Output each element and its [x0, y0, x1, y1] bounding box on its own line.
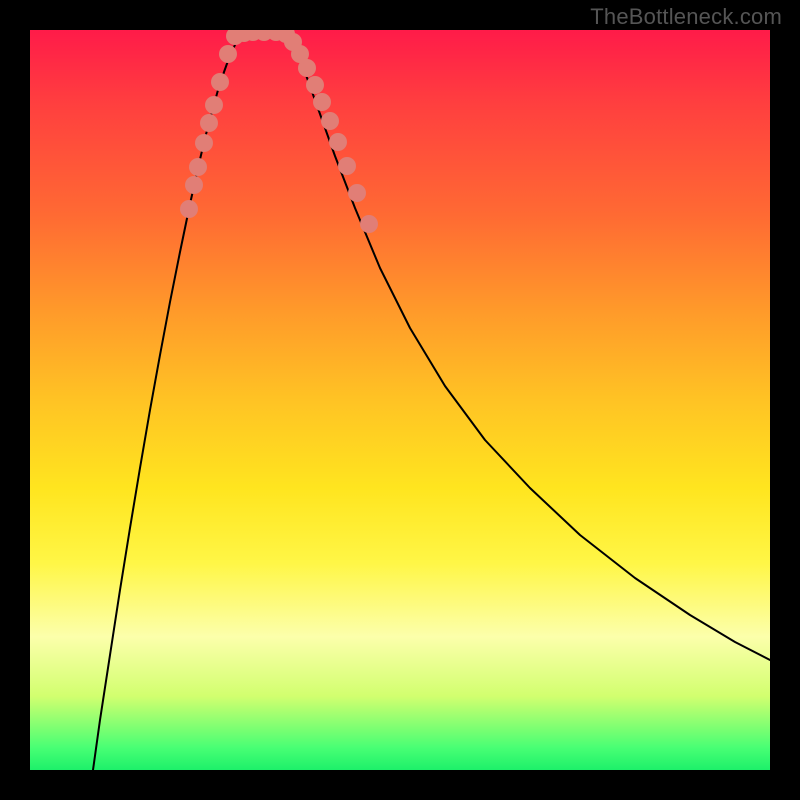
data-point	[321, 112, 339, 130]
data-point	[185, 176, 203, 194]
data-point	[313, 93, 331, 111]
data-point	[348, 184, 366, 202]
data-point	[360, 215, 378, 233]
stage: TheBottleneck.com	[0, 0, 800, 800]
curve-right-branch	[288, 34, 770, 660]
curve-left-branch	[93, 34, 240, 770]
watermark-text: TheBottleneck.com	[590, 4, 782, 30]
data-point	[219, 45, 237, 63]
data-point	[306, 76, 324, 94]
data-point	[180, 200, 198, 218]
chart-frame	[30, 30, 770, 770]
data-point	[298, 59, 316, 77]
curve-layer	[93, 30, 770, 770]
data-point	[195, 134, 213, 152]
data-point	[189, 158, 207, 176]
data-point	[200, 114, 218, 132]
chart-svg	[30, 30, 770, 770]
data-point	[211, 73, 229, 91]
data-point	[205, 96, 223, 114]
dots-layer	[180, 30, 378, 233]
data-point	[329, 133, 347, 151]
data-point	[338, 157, 356, 175]
